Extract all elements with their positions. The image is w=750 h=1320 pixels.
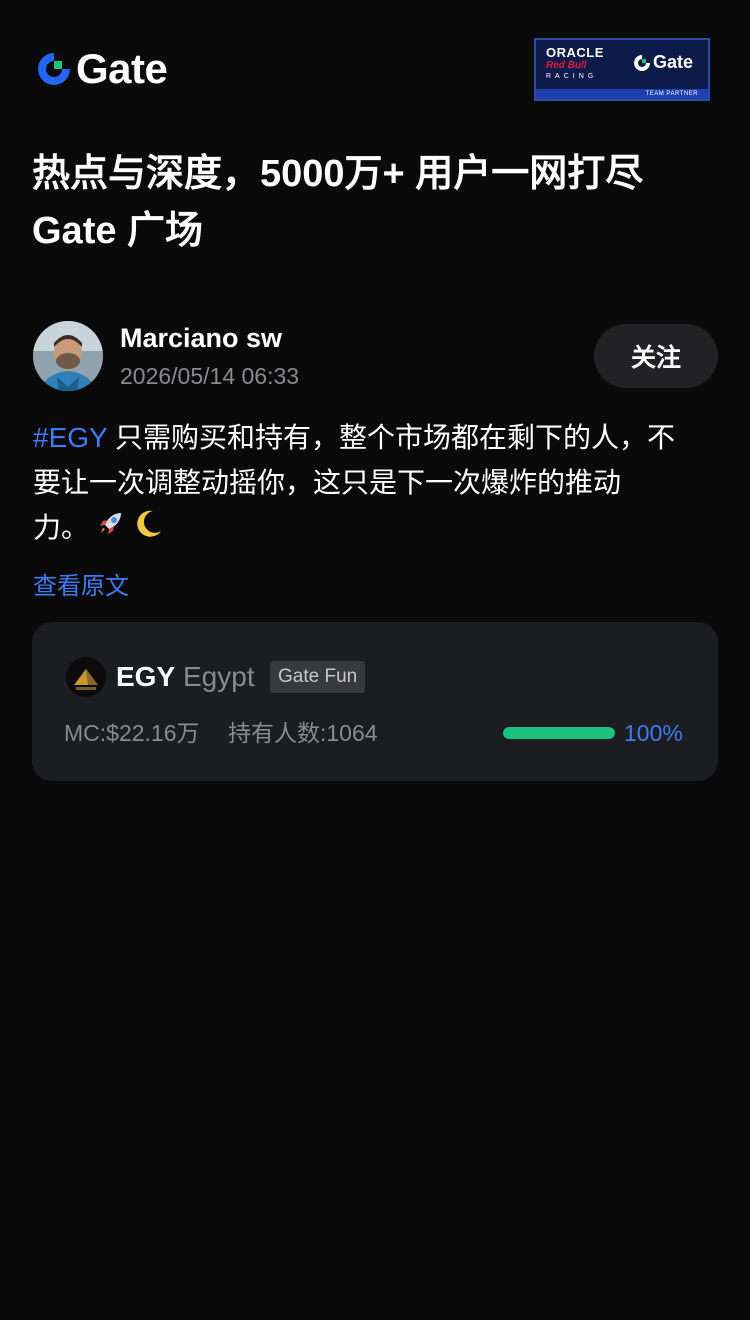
- follow-button[interactable]: 关注: [594, 324, 718, 388]
- team-partner-text: TEAM PARTNER: [536, 89, 708, 99]
- holder-count: 持有人数:1064: [228, 720, 378, 746]
- avatar-image: [33, 321, 103, 391]
- post-line-1: #EGY 只需购买和持有，整个市场都在剩下的人，不: [33, 415, 723, 460]
- redbull-text: Red Bull: [546, 60, 587, 71]
- page-headline: 热点与深度，5000万+ 用户一网打尽 Gate 广场: [32, 146, 722, 260]
- post-text-1: 只需购买和持有，整个市场都在剩下的人，不: [107, 422, 675, 453]
- oracle-text: ORACLE: [546, 45, 604, 60]
- post-line-3: 力。: [33, 505, 723, 552]
- headline-line-2: Gate 广场: [32, 210, 204, 252]
- author-name[interactable]: Marciano sw: [120, 321, 282, 355]
- hashtag-link[interactable]: #EGY: [33, 422, 107, 453]
- app-header: Gate ORACLE Red Bull RACING Gate TEAM PA…: [0, 0, 750, 120]
- pyramid-icon: [66, 657, 106, 697]
- partner-gate-logo: Gate: [633, 52, 693, 73]
- token-symbol: EGY: [116, 661, 176, 692]
- progress-percent: 100%: [624, 720, 683, 746]
- token-card[interactable]: EGY Egypt Gate Fun MC:$22.16万 持有人数:1064 …: [32, 622, 718, 781]
- market-cap: MC:$22.16万: [64, 720, 200, 746]
- author-avatar[interactable]: [33, 321, 103, 391]
- token-name: Egypt: [183, 661, 255, 692]
- partner-gate-text: Gate: [653, 52, 694, 72]
- view-original-link[interactable]: 查看原文: [33, 570, 129, 604]
- progress-fill: [503, 727, 615, 739]
- progress-bar: [503, 727, 615, 739]
- gate-logo-icon: [38, 53, 70, 85]
- token-avatar: [66, 657, 106, 697]
- racing-text: RACING: [546, 73, 598, 80]
- post-text-3: 力。: [33, 512, 90, 543]
- gate-small-icon: [634, 54, 650, 71]
- logo-text: Gate: [76, 45, 168, 92]
- crescent-moon-icon: [133, 507, 165, 552]
- post-body: #EGY 只需购买和持有，整个市场都在剩下的人，不 要让一次调整动摇你，这只是下…: [33, 415, 723, 552]
- gate-logo[interactable]: Gate: [36, 45, 168, 92]
- headline-line-1: 热点与深度，5000万+ 用户一网打尽: [32, 153, 644, 195]
- rocket-icon: [95, 507, 127, 552]
- token-tag-badge: Gate Fun: [270, 661, 366, 693]
- post-line-2: 要让一次调整动摇你，这只是下一次爆炸的推动: [33, 467, 622, 498]
- partner-badge[interactable]: ORACLE Red Bull RACING Gate TEAM PARTNER: [534, 38, 710, 101]
- post-timestamp: 2026/05/14 06:33: [120, 363, 300, 389]
